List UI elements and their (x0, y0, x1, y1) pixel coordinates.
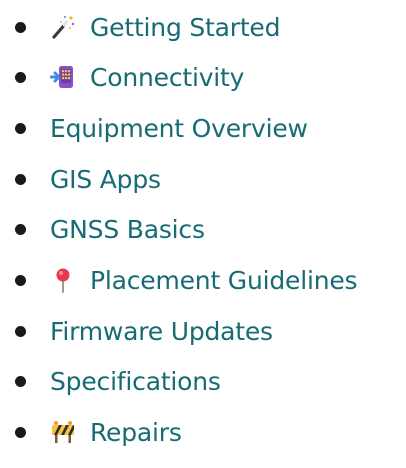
link-repairs[interactable]: Repairs (50, 412, 182, 452)
construction-icon (50, 419, 76, 445)
list-item-getting-started: Getting Started (0, 7, 406, 47)
list-item-connectivity: Connectivity (0, 57, 406, 97)
link-connectivity[interactable]: Connectivity (50, 57, 244, 97)
phone-arrow-icon (50, 64, 76, 90)
bullet (15, 174, 26, 185)
bullet (15, 427, 26, 438)
list-item-firmware-updates: Firmware Updates (0, 311, 406, 351)
magic-wand-icon (50, 14, 76, 40)
round-pushpin-icon (50, 267, 76, 293)
bullet (15, 275, 26, 286)
link-label: Connectivity (90, 62, 245, 92)
link-gis-apps[interactable]: GIS Apps (50, 159, 161, 199)
bullet (15, 22, 26, 33)
link-equipment-overview[interactable]: Equipment Overview (50, 108, 308, 148)
list-item-repairs: Repairs (0, 412, 406, 452)
link-gnss-basics[interactable]: GNSS Basics (50, 209, 205, 249)
link-label: Placement Guidelines (90, 265, 358, 295)
bullet (15, 376, 26, 387)
link-label: Repairs (90, 417, 182, 447)
bullet (15, 123, 26, 134)
link-placement-guidelines[interactable]: Placement Guidelines (50, 260, 358, 300)
list-item-gnss-basics: GNSS Basics (0, 209, 406, 249)
bullet (15, 326, 26, 337)
link-label: Firmware Updates (50, 316, 273, 346)
link-label: GNSS Basics (50, 214, 205, 244)
link-label: GIS Apps (50, 164, 161, 194)
list-item-equipment-overview: Equipment Overview (0, 108, 406, 148)
list-item-specifications: Specifications (0, 361, 406, 401)
link-label: Getting Started (90, 12, 281, 42)
link-getting-started[interactable]: Getting Started (50, 7, 280, 47)
list-item-gis-apps: GIS Apps (0, 159, 406, 199)
link-label: Equipment Overview (50, 113, 308, 143)
link-firmware-updates[interactable]: Firmware Updates (50, 311, 273, 351)
list-item-placement-guidelines: Placement Guidelines (0, 260, 406, 300)
nav-list: Getting Started Connectivity Equipment O… (0, 0, 406, 468)
bullet (15, 72, 26, 83)
bullet (15, 224, 26, 235)
link-label: Specifications (50, 366, 221, 396)
link-specifications[interactable]: Specifications (50, 361, 221, 401)
